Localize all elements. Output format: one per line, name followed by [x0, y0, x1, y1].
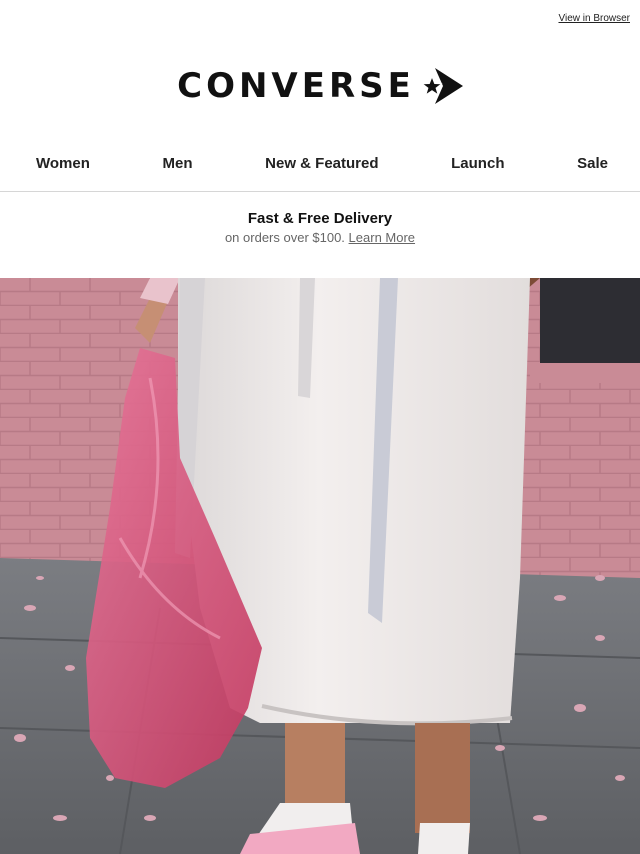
nav-women[interactable]: Women [36, 155, 90, 172]
logo-wordmark: CONVERSE [177, 66, 415, 106]
hero-illustration [0, 278, 640, 854]
view-in-browser-link[interactable]: View in Browser [558, 13, 630, 24]
promo-banner: Fast & Free Delivery on orders over $100… [0, 192, 640, 262]
nav-launch[interactable]: Launch [451, 155, 504, 172]
star-chevron-icon [421, 68, 463, 104]
learn-more-link[interactable]: Learn More [349, 230, 415, 245]
promo-subtitle: on orders over $100. Learn More [225, 230, 415, 245]
nav-men[interactable]: Men [163, 155, 193, 172]
main-nav: Women Men New & Featured Launch Sale [0, 136, 640, 192]
promo-subtitle-text: on orders over $100. [224, 229, 345, 245]
hero-image[interactable] [0, 278, 640, 854]
top-bar: View in Browser [0, 0, 640, 36]
converse-logo[interactable]: CONVERSE [177, 66, 463, 106]
promo-title: Fast & Free Delivery [247, 209, 393, 227]
logo-area: CONVERSE [0, 36, 640, 136]
nav-sale[interactable]: Sale [577, 155, 608, 172]
nav-new-featured[interactable]: New & Featured [265, 155, 378, 172]
